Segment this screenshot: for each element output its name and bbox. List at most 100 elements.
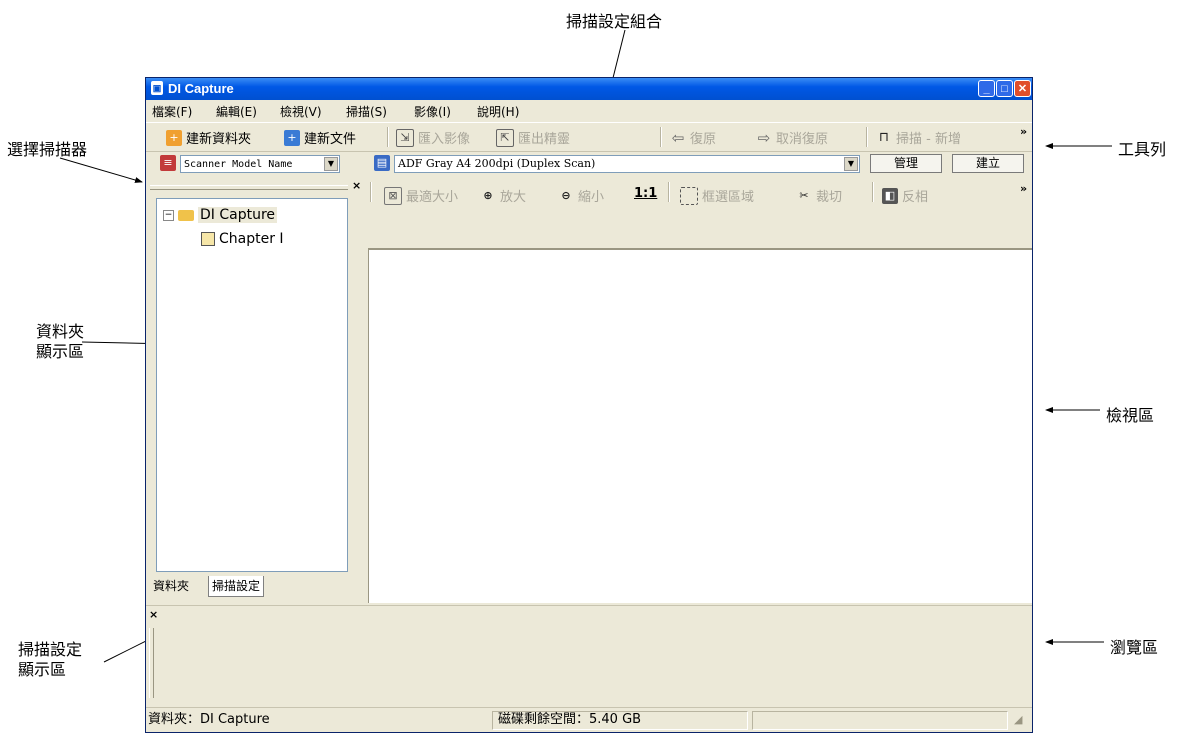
zoom-in-label: 放大 bbox=[500, 190, 527, 205]
callout-folder-area-line1: 資料夾 bbox=[36, 322, 85, 341]
toolbar-separator bbox=[660, 127, 662, 147]
import-image-label: 匯入影像 bbox=[418, 132, 471, 147]
fit-button[interactable]: ⊠ 最適大小 bbox=[384, 186, 458, 205]
status-disk-space: 磁碟剩餘空間：5.40 GB bbox=[498, 712, 642, 727]
menu-bar: 檔案(F) 編輯(E) 檢視(V) 掃描(S) 影像(I) 說明(H) bbox=[146, 100, 1032, 120]
tree-root-label: DI Capture bbox=[198, 207, 278, 223]
tab-scan-settings[interactable]: 掃描設定 bbox=[208, 576, 265, 597]
toolbar-separator bbox=[866, 127, 868, 147]
crop-icon: ✂ bbox=[799, 188, 809, 202]
scanner-icon: ⊓ bbox=[878, 129, 890, 145]
redo-icon: ⇨ bbox=[757, 128, 771, 147]
app-window: ▣ DI Capture _ □ ✕ 檔案(F) 編輯(E) 檢視(V) 掃描(… bbox=[145, 77, 1033, 733]
callout-view-area: 檢視區 bbox=[1106, 406, 1155, 425]
toolbar-separator bbox=[387, 127, 389, 147]
scan-new-button[interactable]: ⊓ 掃描 - 新增 bbox=[876, 128, 961, 148]
menu-image[interactable]: 影像(I) bbox=[414, 103, 451, 120]
redo-button[interactable]: ⇨ 取消復原 bbox=[756, 128, 829, 148]
scanner-select[interactable]: Scanner Model Name ▼ bbox=[180, 155, 340, 173]
view-toolbar-overflow-icon[interactable]: » bbox=[1020, 182, 1027, 195]
callout-folder-area: 資料夾 顯示區 bbox=[36, 322, 84, 362]
menu-help[interactable]: 說明(H) bbox=[477, 103, 519, 120]
status-bar: 資料夾：DI Capture 磁碟剩餘空間：5.40 GB ◢ bbox=[146, 707, 1032, 733]
scanner-select-icon: ≡ bbox=[160, 155, 176, 171]
crop-button[interactable]: ✂ 裁切 bbox=[796, 186, 843, 206]
invert-icon: ◧ bbox=[882, 187, 898, 204]
leader-select-scanner bbox=[59, 157, 143, 183]
menu-edit[interactable]: 編輯(E) bbox=[216, 103, 257, 120]
maximize-button[interactable]: □ bbox=[996, 80, 1013, 97]
invert-label: 反相 bbox=[902, 190, 929, 205]
new-document-icon: + bbox=[284, 129, 300, 146]
window-title: DI Capture bbox=[168, 81, 234, 96]
export-button[interactable]: ⇱ 匯出精靈 bbox=[496, 128, 570, 147]
toolbar-separator bbox=[668, 182, 670, 202]
manage-button[interactable]: 管理 bbox=[870, 154, 942, 173]
import-image-button[interactable]: ⇲ 匯入影像 bbox=[396, 128, 470, 147]
close-preview-icon[interactable]: × bbox=[149, 608, 158, 621]
new-folder-button[interactable]: + 建新資料夾 bbox=[166, 128, 251, 147]
app-icon: ▣ bbox=[151, 81, 163, 95]
callout-scan-settings-line1: 掃描設定 bbox=[18, 640, 83, 659]
toolbar-separator bbox=[872, 182, 874, 202]
undo-button[interactable]: ⇦ 復原 bbox=[670, 128, 717, 148]
menu-file[interactable]: 檔案(F) bbox=[152, 103, 192, 120]
main-toolbar: + 建新資料夾 + 建新文件 ⇲ 匯入影像 ⇱ 匯出精靈 ⇦ 復原 ⇨ 取消復原… bbox=[146, 122, 1032, 152]
view-toolbar: ⊠ 最適大小 ⊕ 放大 ⊖ 縮小 1:1 框選區域 ✂ 裁切 ◧ 反相 » bbox=[368, 176, 1032, 206]
create-button[interactable]: 建立 bbox=[952, 154, 1024, 173]
select-area-icon bbox=[680, 186, 698, 205]
export-icon: ⇱ bbox=[496, 128, 514, 147]
tab-folder[interactable]: 資料夾 bbox=[150, 576, 192, 596]
new-document-button[interactable]: + 建新文件 bbox=[284, 128, 356, 147]
collapse-icon[interactable]: − bbox=[163, 209, 174, 221]
scan-new-label: 掃描 - 新增 bbox=[896, 132, 961, 147]
zoom-out-label: 縮小 bbox=[578, 190, 605, 205]
tree-root[interactable]: − DI Capture bbox=[163, 207, 278, 223]
resize-grip-icon[interactable]: ◢ bbox=[1014, 711, 1022, 729]
zoom-in-icon: ⊕ bbox=[483, 188, 493, 202]
zoom-out-button[interactable]: ⊖ 縮小 bbox=[558, 186, 605, 206]
menu-scan[interactable]: 掃描(S) bbox=[346, 103, 387, 120]
minimize-button[interactable]: _ bbox=[978, 80, 995, 97]
tree-child[interactable]: Chapter I bbox=[201, 231, 284, 247]
scan-profile-value: ADF Gray A4 200dpi (Duplex Scan) bbox=[398, 157, 596, 170]
select-area-button[interactable]: 框選區域 bbox=[680, 186, 754, 205]
actual-size-button[interactable]: 1:1 bbox=[634, 186, 657, 201]
scan-profile-select[interactable]: ADF Gray A4 200dpi (Duplex Scan) ▼ bbox=[394, 155, 860, 173]
new-folder-icon: + bbox=[166, 129, 182, 146]
crop-label: 裁切 bbox=[816, 190, 843, 205]
preview-grip[interactable] bbox=[149, 628, 154, 698]
preview-strip: × bbox=[146, 605, 1032, 706]
zoom-in-button[interactable]: ⊕ 放大 bbox=[480, 186, 527, 206]
tree-child-label: Chapter I bbox=[219, 231, 284, 247]
callout-select-scanner: 選擇掃描器 bbox=[7, 140, 88, 159]
new-folder-label: 建新資料夾 bbox=[186, 132, 252, 147]
chevron-down-icon[interactable]: ▼ bbox=[324, 157, 338, 171]
redo-label: 取消復原 bbox=[776, 132, 829, 147]
callout-toolbar: 工具列 bbox=[1118, 140, 1167, 159]
folder-icon bbox=[178, 209, 194, 221]
zoom-out-icon: ⊖ bbox=[561, 188, 571, 202]
undo-label: 復原 bbox=[690, 132, 717, 147]
status-cell-empty bbox=[752, 711, 1008, 730]
callout-scan-settings: 掃描設定 顯示區 bbox=[18, 640, 82, 680]
scan-profile-icon: ▤ bbox=[374, 155, 390, 171]
export-label: 匯出精靈 bbox=[518, 132, 571, 147]
callout-preview-area: 瀏覽區 bbox=[1110, 638, 1159, 657]
chevron-down-icon[interactable]: ▼ bbox=[844, 157, 858, 171]
view-canvas[interactable] bbox=[368, 248, 1032, 603]
invert-button[interactable]: ◧ 反相 bbox=[882, 186, 928, 205]
fit-label: 最適大小 bbox=[406, 190, 459, 205]
close-button[interactable]: ✕ bbox=[1014, 80, 1031, 97]
close-pane-icon[interactable]: × bbox=[352, 179, 361, 192]
undo-icon: ⇦ bbox=[671, 128, 685, 147]
callout-scan-settings-line2: 顯示區 bbox=[18, 660, 67, 679]
status-folder: 資料夾：DI Capture bbox=[148, 712, 270, 727]
menu-view[interactable]: 檢視(V) bbox=[280, 103, 322, 120]
pane-grip[interactable] bbox=[150, 185, 348, 190]
title-bar[interactable]: ▣ DI Capture _ □ ✕ bbox=[146, 78, 1032, 100]
scanner-bar: ≡ Scanner Model Name ▼ ▤ ADF Gray A4 200… bbox=[146, 152, 1032, 176]
actual-size-label: 1:1 bbox=[634, 186, 658, 201]
toolbar-overflow-icon[interactable]: » bbox=[1020, 125, 1027, 138]
document-icon bbox=[201, 232, 215, 246]
